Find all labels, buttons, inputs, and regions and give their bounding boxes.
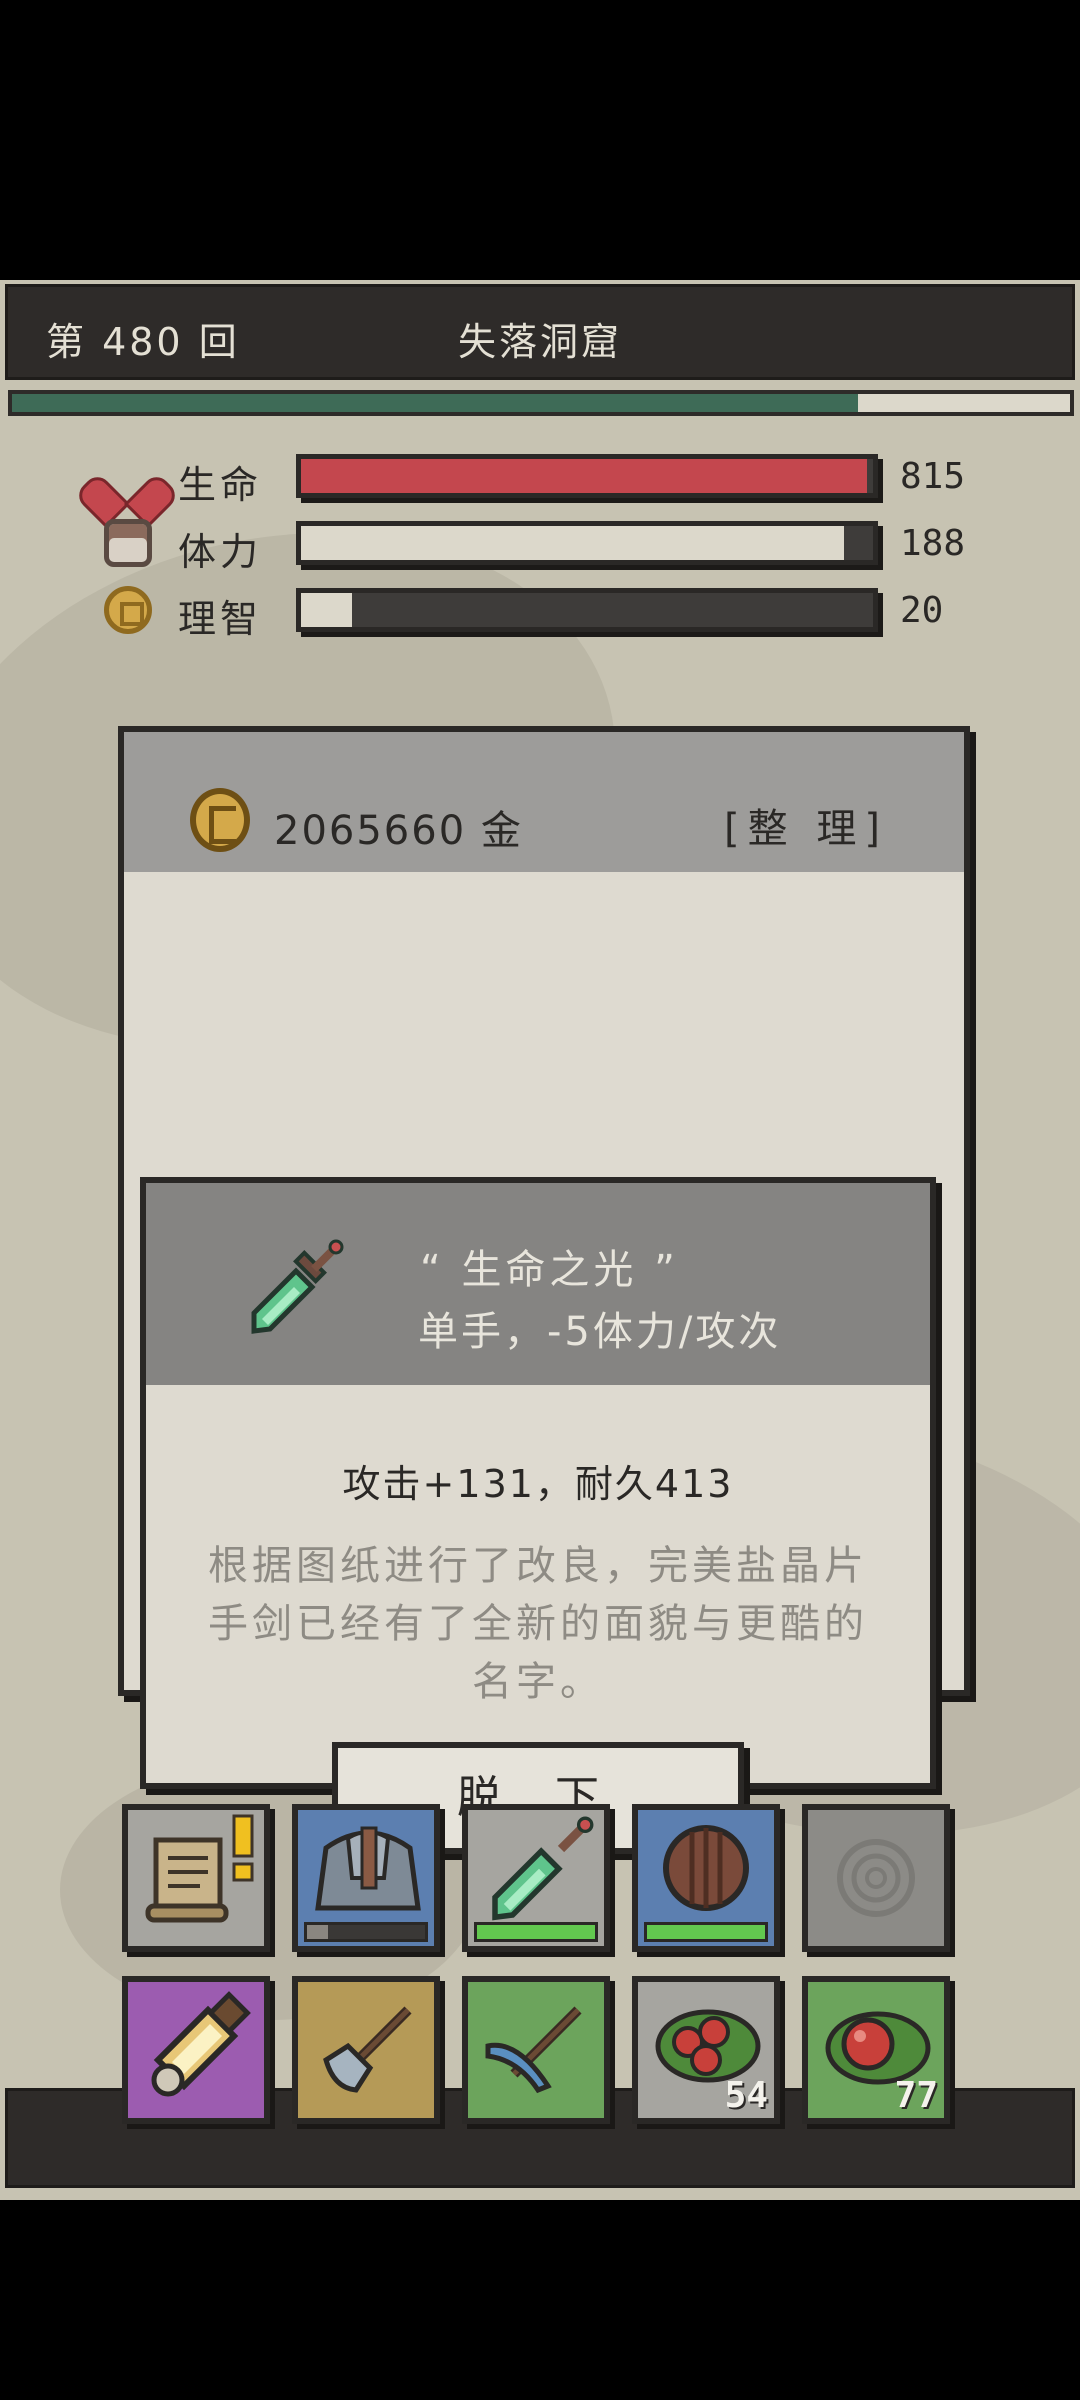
sword-icon <box>492 1816 594 1921</box>
lantern-icon <box>151 1991 251 2097</box>
durability-bar <box>474 1922 598 1942</box>
item-detail-card: “ 生命之光 ” 单手，-5体力/攻次 攻击+131，耐久413 根据图纸进行了… <box>140 1177 936 1789</box>
slot-pickaxe[interactable] <box>462 1976 610 2124</box>
health-bar-fill <box>301 459 868 493</box>
stat-stamina: 体力 188 <box>104 517 1004 574</box>
stamina-bar <box>296 521 878 565</box>
slot-berries[interactable]: 54 <box>632 1976 780 2124</box>
slot-weapon[interactable] <box>462 1804 610 1952</box>
stat-label: 生命 <box>178 463 263 507</box>
item-name: “ 生命之光 ” <box>420 1247 679 1293</box>
sanity-icon <box>104 586 152 634</box>
stat-label: 体力 <box>178 530 263 574</box>
health-bar <box>296 454 878 498</box>
exploration-progress-bar <box>8 390 1074 416</box>
item-count: 54 <box>724 2075 768 2116</box>
sanity-bar-fill <box>301 593 353 627</box>
stamina-icon <box>104 519 152 567</box>
slot-accessory-empty[interactable] <box>802 1804 950 1952</box>
stat-value: 188 <box>900 523 966 564</box>
slot-axe[interactable] <box>292 1976 440 2124</box>
sanity-bar <box>296 588 878 632</box>
slot-quest-scroll[interactable] <box>122 1804 270 1952</box>
slot-armor[interactable] <box>292 1804 440 1952</box>
item-type: 单手，-5体力/攻次 <box>418 1309 782 1355</box>
stat-sanity: 理智 20 <box>104 584 1004 641</box>
slot-shield[interactable] <box>632 1804 780 1952</box>
organize-button[interactable]: [整 理] <box>724 796 888 854</box>
ring-placeholder-icon <box>837 1839 915 1917</box>
item-description: 根据图纸进行了改良，完美盐晶片手剑已经有了全新的面貌与更酷的名字。 <box>208 1543 868 1705</box>
durability-bar <box>304 1922 428 1942</box>
stat-value: 20 <box>900 590 944 631</box>
durability-fill <box>307 1925 329 1939</box>
axe-icon <box>323 2006 412 2093</box>
game-screen: 第 480 回 失落洞窟 生命 815 体力 188 理智 20 2065660… <box>0 280 1080 2200</box>
gold-amount: 2065660 金 <box>274 808 523 854</box>
slot-lantern[interactable] <box>122 1976 270 2124</box>
durability-bar <box>644 1922 768 1942</box>
inventory-header: 2065660 金 [整 理] <box>124 732 964 872</box>
item-header: “ 生命之光 ” 单手，-5体力/攻次 <box>146 1183 930 1385</box>
slot-apple[interactable]: 77 <box>802 1976 950 2124</box>
stat-value: 815 <box>900 456 966 497</box>
sword-icon <box>251 1239 344 1334</box>
exploration-progress-fill <box>12 394 859 412</box>
item-stats: 攻击+131，耐久413 <box>342 1462 734 1506</box>
location-name: 失落洞窟 <box>458 320 623 364</box>
coin-icon <box>190 788 250 852</box>
stat-health: 生命 815 <box>104 450 1004 507</box>
armor-icon <box>315 1826 421 1911</box>
durability-fill <box>477 1925 595 1939</box>
header-bar: 第 480 回 失落洞窟 <box>5 284 1075 380</box>
pickaxe-icon <box>485 2006 582 2094</box>
stamina-bar-fill <box>301 526 845 560</box>
stat-label: 理智 <box>178 597 263 641</box>
alert-icon <box>232 1814 254 1882</box>
round-counter: 第 480 回 <box>46 320 240 364</box>
durability-fill <box>647 1925 765 1939</box>
heart-icon <box>104 452 152 500</box>
item-count: 77 <box>894 2075 938 2116</box>
shield-icon <box>663 1825 749 1911</box>
